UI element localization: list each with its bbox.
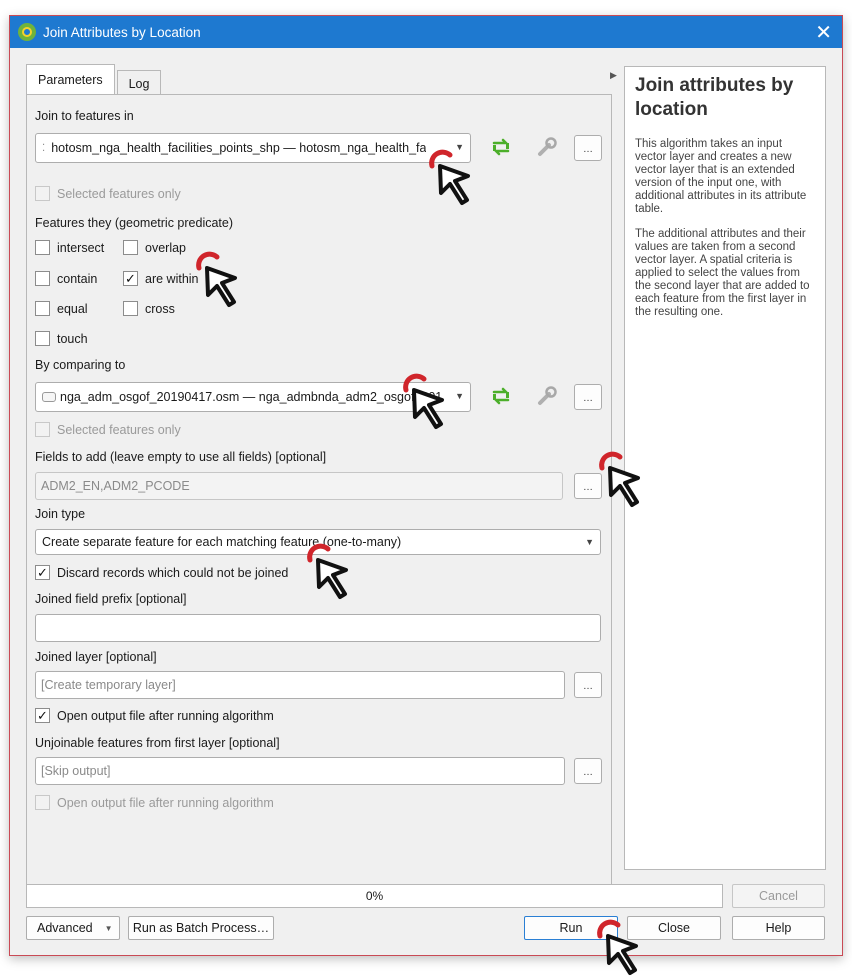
predicate-equal-checkbox[interactable]: equal (35, 301, 88, 316)
checkmark-icon: ✓ (123, 271, 138, 286)
progress-bar: 0% (26, 884, 723, 908)
tab-log[interactable]: Log (116, 70, 162, 96)
predicate-contain-checkbox[interactable]: contain (35, 271, 97, 286)
help-button[interactable]: Help (732, 916, 825, 940)
unjoinable-input[interactable]: [Skip output] (35, 757, 565, 785)
predicate-label: Features they (geometric predicate) (35, 216, 234, 230)
advanced-button[interactable]: Advanced ▼ (26, 916, 120, 940)
iterate-icon[interactable] (487, 383, 515, 409)
discard-unjoined-checkbox[interactable]: ✓ Discard records which could not be join… (35, 565, 288, 580)
predicate-cross-checkbox[interactable]: cross (123, 301, 175, 316)
progress-text: 0% (365, 889, 384, 903)
chevron-down-icon: ▼ (104, 923, 113, 933)
run-button[interactable]: Run (524, 916, 618, 940)
join-type-label: Join type (35, 507, 86, 521)
compare-label: By comparing to (35, 358, 126, 372)
fields-browse-button[interactable]: … (574, 473, 602, 499)
join-to-selected-only-checkbox[interactable]: Selected features only (35, 186, 181, 201)
qgis-logo-icon (18, 23, 36, 41)
iterate-icon[interactable] (487, 134, 515, 160)
join-to-layer-combo[interactable]: ⁚ hotosm_nga_health_facilities_points_sh… (35, 133, 471, 163)
polygon-layer-icon (42, 392, 56, 402)
fields-label: Fields to add (leave empty to use all fi… (35, 450, 327, 464)
compare-options-button[interactable]: … (574, 384, 602, 410)
joined-layer-browse-button[interactable]: … (574, 672, 602, 698)
tab-parameters[interactable]: Parameters (26, 64, 115, 94)
unjoinable-label: Unjoinable features from first layer [op… (35, 736, 280, 750)
checkmark-icon: ✓ (35, 708, 50, 723)
predicate-intersect-checkbox[interactable]: intersect (35, 240, 104, 255)
predicate-overlap-checkbox[interactable]: overlap (123, 240, 186, 255)
joined-layer-input[interactable]: [Create temporary layer] (35, 671, 565, 699)
unjoinable-browse-button[interactable]: … (574, 758, 602, 784)
chevron-down-icon: ▼ (585, 537, 594, 547)
prefix-label: Joined field prefix [optional] (35, 592, 187, 606)
help-paragraph-1: This algorithm takes an input vector lay… (635, 138, 807, 215)
unjoinable-open-checkbox[interactable]: Open output file after running algorithm (35, 795, 274, 810)
join-type-select[interactable]: Create separate feature for each matchin… (35, 529, 601, 555)
run-batch-button[interactable]: Run as Batch Process… (128, 916, 274, 940)
help-panel: Join attributes by location This algorit… (624, 66, 826, 870)
predicate-are-within-checkbox[interactable]: ✓ are within (123, 271, 199, 286)
cancel-button[interactable]: Cancel (732, 884, 825, 908)
joined-layer-open-checkbox[interactable]: ✓ Open output file after running algorith… (35, 708, 274, 723)
close-button[interactable]: Close (627, 916, 721, 940)
chevron-down-icon: ▼ (455, 142, 464, 152)
predicate-touch-checkbox[interactable]: touch (35, 331, 88, 346)
point-layer-icon: ⁚ (42, 142, 46, 154)
close-icon[interactable]: ✕ (815, 20, 832, 45)
compare-layer-combo[interactable]: nga_adm_osgof_20190417.osm — nga_admbnda… (35, 382, 471, 412)
join-to-options-button[interactable]: … (574, 135, 602, 161)
joined-layer-label: Joined layer [optional] (35, 650, 157, 664)
tab-bar: Parameters Log (26, 64, 163, 96)
fields-input[interactable]: ADM2_EN,ADM2_PCODE (35, 472, 563, 500)
checkmark-icon: ✓ (35, 565, 50, 580)
wrench-icon[interactable] (533, 134, 561, 160)
compare-selected-only-checkbox[interactable]: Selected features only (35, 422, 181, 437)
wrench-icon[interactable] (533, 383, 561, 409)
help-title: Join attributes by location (635, 75, 794, 120)
prefix-input[interactable] (35, 614, 601, 642)
parameters-panel: Join to features in ⁚ hotosm_nga_health_… (26, 94, 612, 889)
join-to-label: Join to features in (35, 109, 134, 123)
chevron-down-icon: ▼ (455, 391, 464, 401)
title-bar: Join Attributes by Location ✕ (10, 16, 842, 48)
dialog-title: Join Attributes by Location (43, 24, 201, 40)
dialog-window: Join Attributes by Location ✕ Parameters… (9, 15, 843, 956)
help-paragraph-2: The additional attributes and their valu… (635, 228, 810, 318)
panel-collapse-icon[interactable]: ▶ (610, 70, 617, 81)
